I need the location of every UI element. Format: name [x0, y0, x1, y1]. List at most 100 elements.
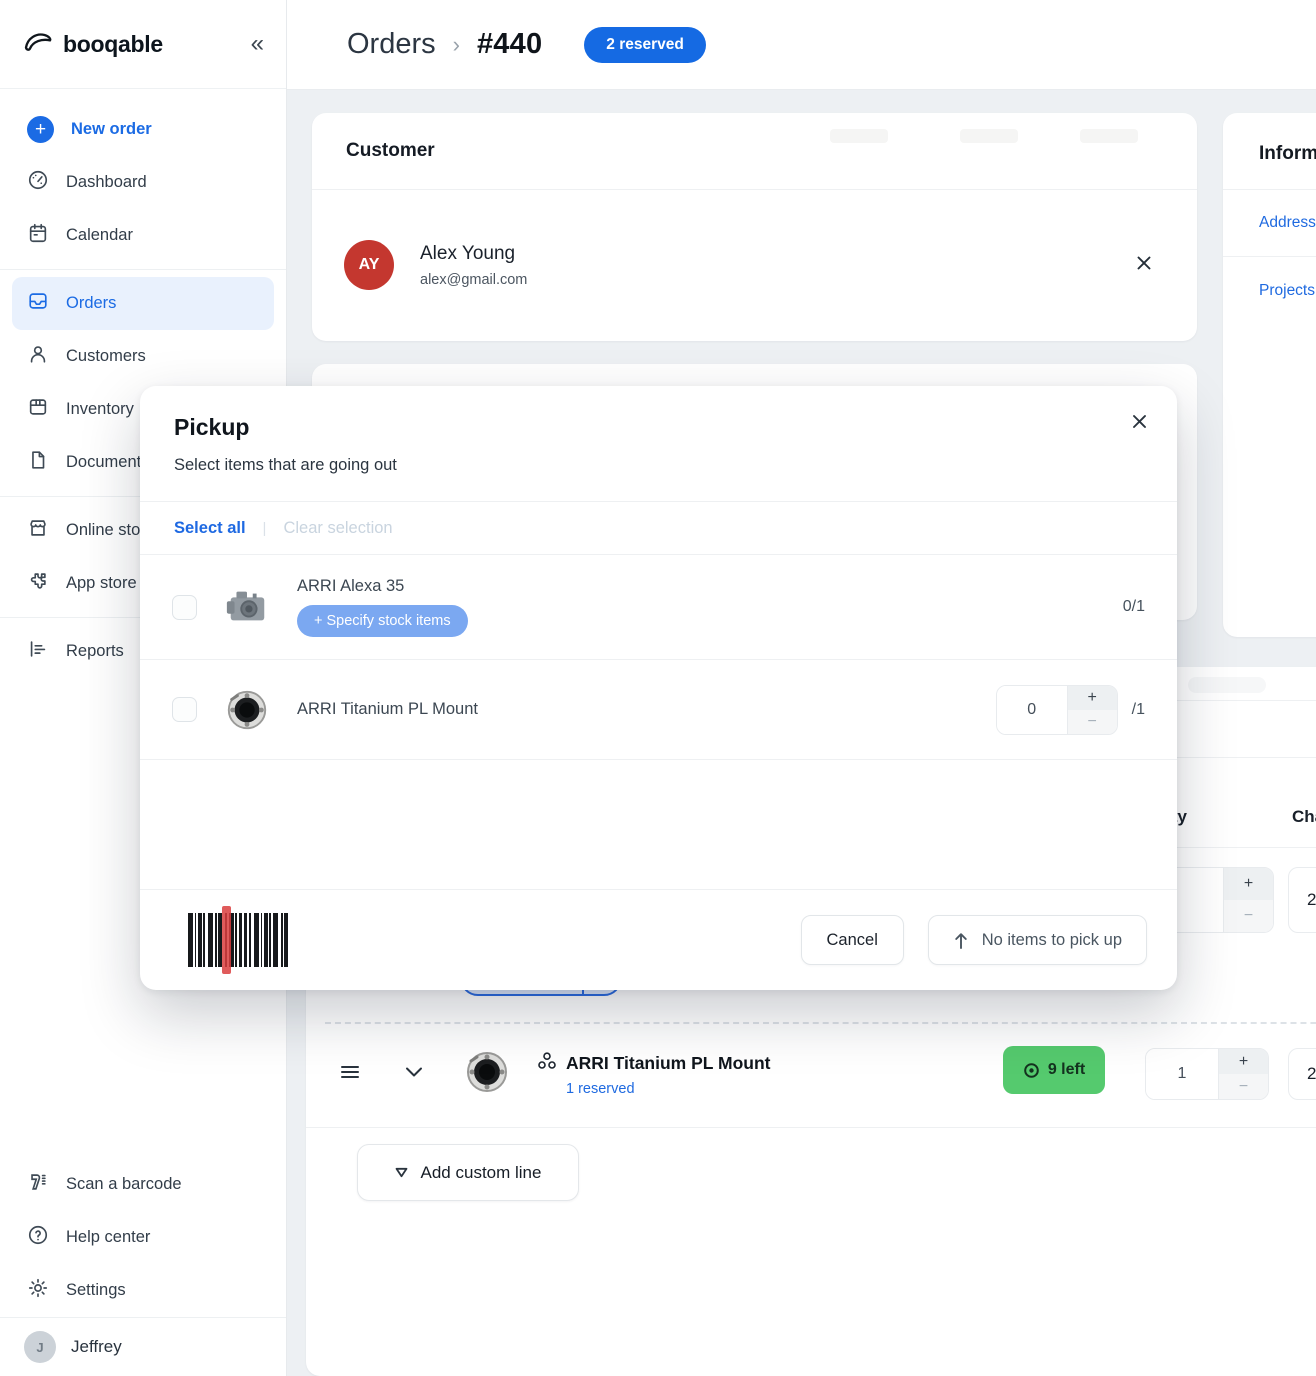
customer-name: Alex Young	[420, 243, 527, 265]
projects-link[interactable]: Projects	[1259, 282, 1315, 300]
close-icon[interactable]	[1130, 412, 1149, 436]
dashed-divider	[325, 1022, 1316, 1024]
faded-pill	[1080, 129, 1138, 143]
chevron-right-icon: ›	[453, 32, 460, 58]
modal-toolbar: Select all | Clear selection	[140, 502, 1177, 555]
page-title: #440	[477, 28, 542, 61]
availability-badge: 9 left	[1003, 1046, 1105, 1094]
booqable-logo-icon	[22, 29, 54, 60]
calendar-icon	[27, 222, 49, 249]
order-line-product-name: ARRI Titanium PL Mount	[566, 1053, 770, 1074]
reserved-link[interactable]: 1 reserved	[566, 1081, 770, 1097]
column-header-charge: Charge	[1292, 807, 1316, 827]
app-window: booqable « + New order Dashboard Calenda…	[0, 0, 1316, 1376]
modal-title: Pickup	[174, 414, 1143, 441]
sidebar-item-label: App store	[66, 574, 137, 593]
address-link[interactable]: Address	[1259, 214, 1316, 232]
customer-avatar: AY	[344, 240, 394, 290]
user-menu[interactable]: J Jeffrey	[0, 1317, 286, 1376]
specify-stock-items-button[interactable]: + Specify stock items	[297, 605, 468, 637]
increment-button[interactable]: +	[1219, 1049, 1268, 1074]
collapse-sidebar-button[interactable]: «	[251, 32, 264, 56]
charge-field[interactable]: 2	[1288, 1048, 1316, 1100]
sidebar-item-customers[interactable]: Customers	[12, 330, 274, 383]
sidebar-item-calendar[interactable]: Calendar	[12, 209, 274, 262]
decrement-button[interactable]: −	[1224, 900, 1273, 932]
product-thumbnail	[463, 1048, 511, 1101]
sidebar-item-dashboard[interactable]: Dashboard	[12, 156, 274, 209]
storefront-icon	[27, 517, 49, 544]
brand-name: booqable	[63, 31, 163, 58]
sidebar-item-label: Calendar	[66, 226, 133, 245]
user-name: Jeffrey	[71, 1337, 122, 1357]
quantity-value[interactable]: 0	[997, 686, 1067, 734]
confirm-pickup-label: No items to pick up	[982, 931, 1122, 950]
status-badge: 2 reserved	[584, 27, 706, 63]
barcode-scanner-icon	[27, 1171, 49, 1198]
document-icon	[27, 449, 49, 476]
item-checkbox[interactable]	[172, 595, 197, 620]
decrement-button[interactable]: −	[1219, 1074, 1268, 1099]
product-thumbnail	[223, 686, 271, 734]
sidebar-item-new-order[interactable]: + New order	[12, 103, 274, 156]
divider	[306, 1127, 1316, 1128]
pickup-item-row: ARRI Titanium PL Mount 0 + − /1	[140, 660, 1177, 760]
page-header: Orders › #440 2 reserved	[287, 0, 1316, 90]
decrement-button[interactable]: −	[1068, 710, 1117, 734]
modal-header: Pickup Select items that are going out	[140, 386, 1177, 475]
pickup-quantity-stepper[interactable]: 0 + −	[996, 685, 1118, 735]
customers-icon	[27, 343, 49, 370]
customer-card: Customer AY Alex Young alex@gmail.com	[312, 113, 1197, 341]
dashboard-icon	[27, 169, 49, 196]
drag-handle-icon[interactable]	[340, 1064, 360, 1085]
scanline	[222, 906, 231, 974]
gear-icon	[27, 1277, 49, 1304]
remove-customer-button[interactable]	[1135, 254, 1165, 277]
chevron-down-icon[interactable]	[405, 1065, 423, 1083]
charge-field[interactable]: 2	[1288, 867, 1316, 933]
customer-card-header: Customer	[312, 113, 1197, 190]
sidebar-item-orders[interactable]: Orders	[12, 277, 274, 330]
sidebar-item-label: Customers	[66, 347, 146, 366]
confirm-pickup-button[interactable]: No items to pick up	[928, 915, 1147, 965]
add-custom-line-label: Add custom line	[421, 1163, 542, 1183]
increment-button[interactable]: +	[1068, 686, 1117, 710]
add-custom-line-button[interactable]: Add custom line	[357, 1144, 579, 1201]
sidebar-item-label: Settings	[66, 1281, 126, 1300]
customer-card-title: Customer	[346, 140, 435, 162]
modal-footer: Cancel No items to pick up	[140, 889, 1177, 990]
address-row[interactable]: Address	[1223, 190, 1316, 257]
order-line-row: ARRI Titanium PL Mount 1 reserved 9 left…	[306, 1030, 1316, 1118]
pickup-progress: 0/1	[1123, 598, 1145, 616]
sidebar-item-scan-barcode[interactable]: Scan a barcode	[12, 1158, 274, 1211]
clear-selection-link[interactable]: Clear selection	[283, 519, 392, 538]
sidebar-logo-row: booqable «	[0, 0, 286, 89]
cancel-button[interactable]: Cancel	[801, 915, 904, 965]
projects-row[interactable]: Projects	[1223, 257, 1316, 324]
avatar: J	[24, 1331, 56, 1363]
puzzle-icon	[27, 570, 49, 597]
quantity-stepper[interactable]: 1 + −	[1145, 1048, 1269, 1100]
breadcrumb-orders-link[interactable]: Orders	[347, 28, 436, 61]
sidebar-bottom-group: Scan a barcode Help center Settings	[12, 1158, 274, 1317]
availability-label: 9 left	[1048, 1061, 1085, 1079]
arrow-up-icon	[953, 931, 969, 950]
separator: |	[263, 520, 267, 537]
orders-inbox-icon	[27, 290, 49, 317]
bundle-icon	[537, 1051, 557, 1076]
information-panel: Information Address Projects	[1223, 113, 1316, 637]
customer-row: AY Alex Young alex@gmail.com	[312, 190, 1197, 340]
pickup-item-name: ARRI Alexa 35	[297, 577, 1123, 596]
sidebar-item-settings[interactable]: Settings	[12, 1264, 274, 1317]
select-all-link[interactable]: Select all	[174, 519, 246, 538]
sidebar-item-label: Reports	[66, 642, 124, 661]
item-checkbox[interactable]	[172, 697, 197, 722]
sidebar-item-help-center[interactable]: Help center	[12, 1211, 274, 1264]
customer-email: alex@gmail.com	[420, 272, 527, 288]
triangle-down-icon	[395, 1167, 408, 1178]
sidebar-item-label: Help center	[66, 1228, 150, 1247]
barcode-image	[188, 913, 304, 967]
increment-button[interactable]: +	[1224, 868, 1273, 900]
quantity-value[interactable]: 1	[1146, 1049, 1218, 1099]
sidebar-item-label: Documents	[66, 453, 149, 472]
